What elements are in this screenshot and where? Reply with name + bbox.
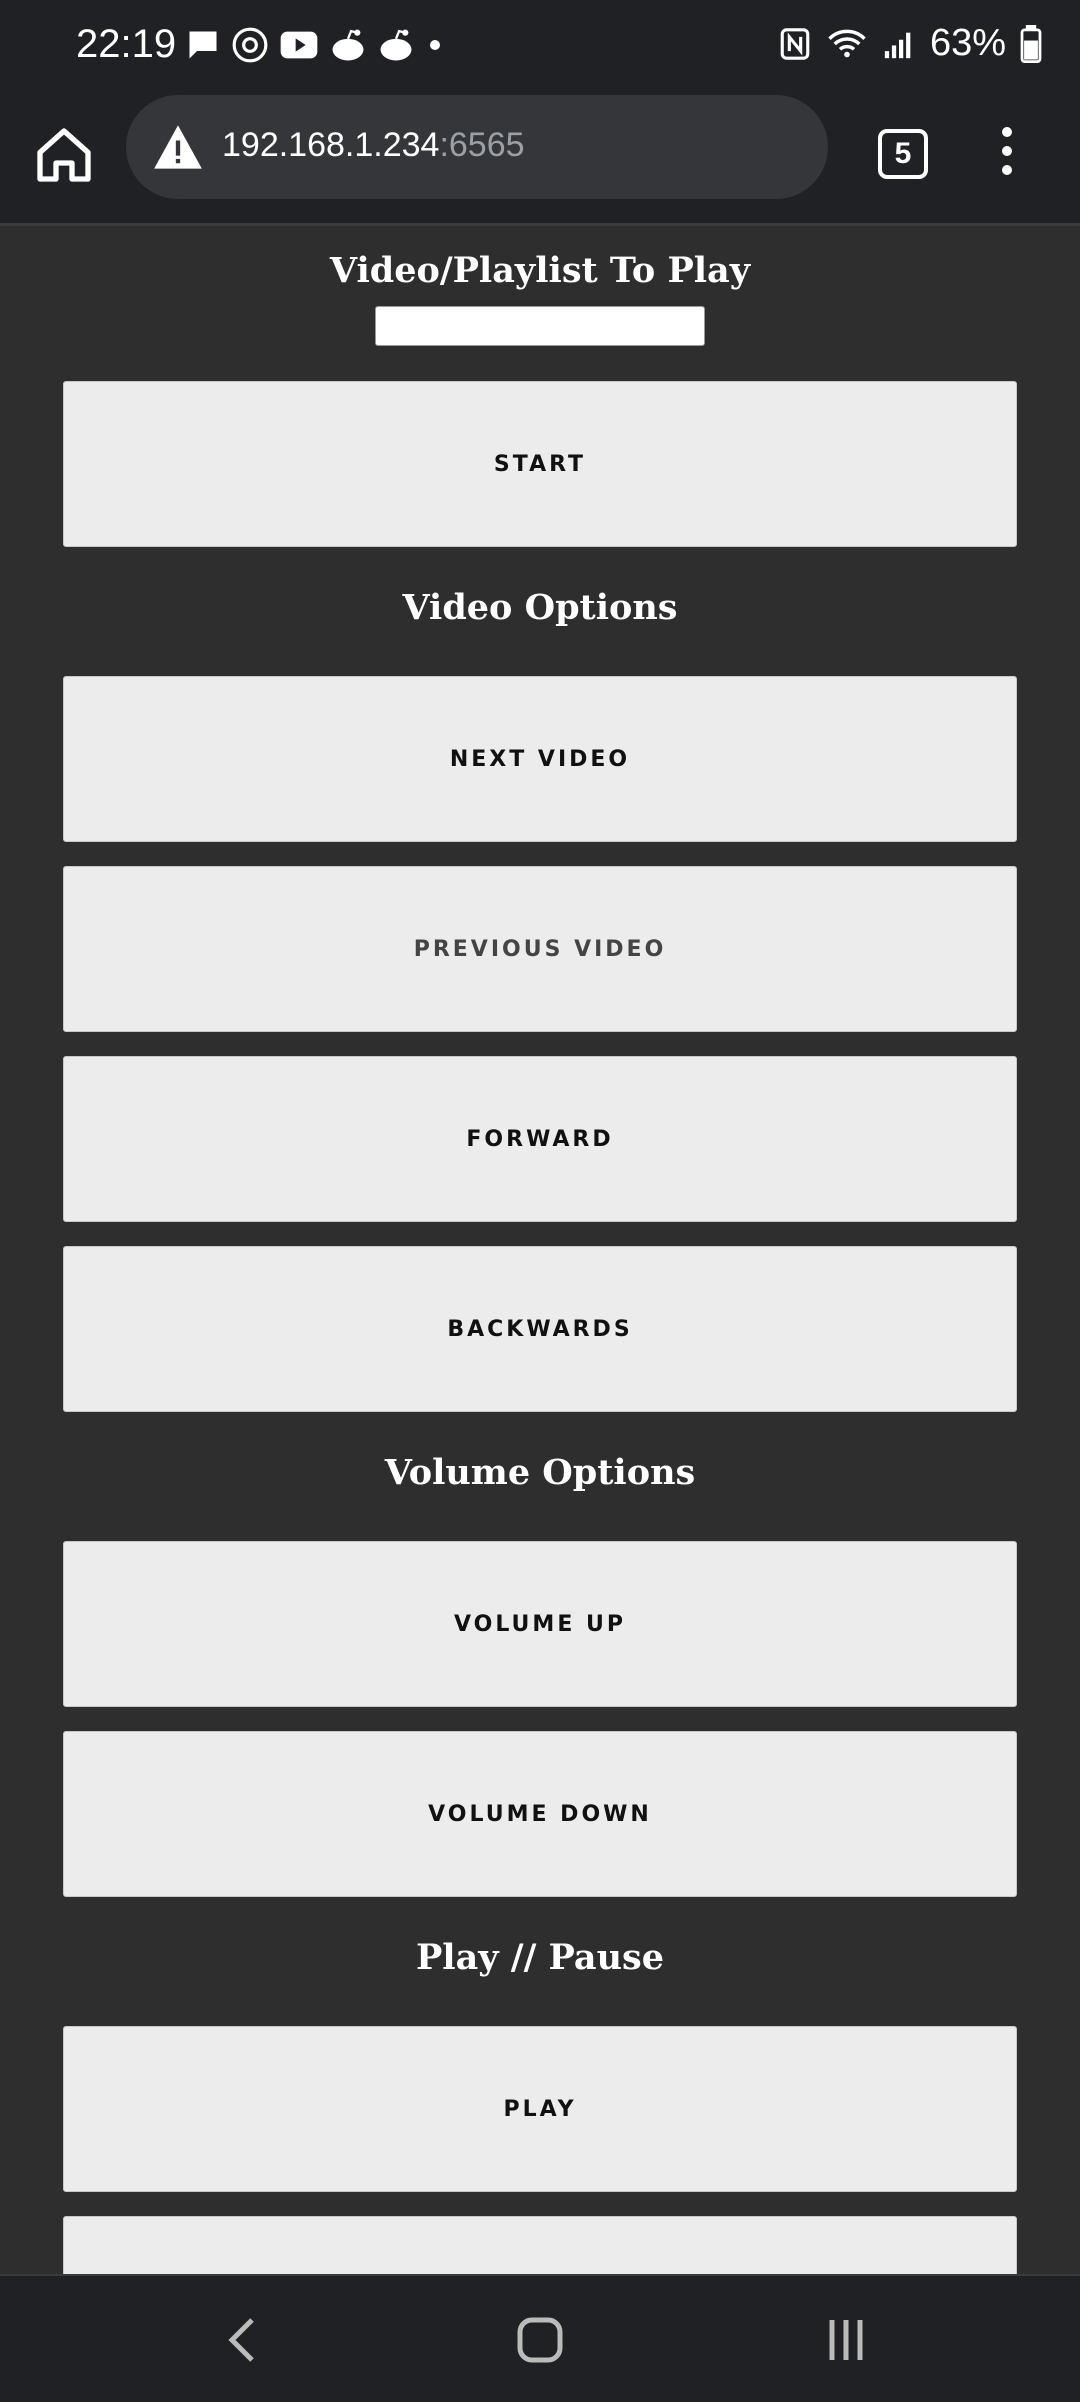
home-nav-icon[interactable]	[516, 2316, 564, 2364]
system-icons: 63%	[778, 22, 1042, 65]
volume-options-heading: Volume Options	[384, 1452, 696, 1493]
warning-icon[interactable]	[152, 123, 204, 171]
battery-icon	[1020, 24, 1042, 63]
threads-icon	[232, 27, 268, 63]
battery-percent: 63%	[929, 22, 1006, 64]
next-video-button[interactable]: NEXT VIDEO	[63, 676, 1017, 842]
dot-icon	[430, 40, 440, 50]
play-heading: Video/Playlist To Play	[329, 250, 751, 291]
signal-icon	[884, 32, 911, 58]
play-pause-heading: Play // Pause	[415, 1937, 665, 1978]
browser-toolbar: 192.168.1.234:6565 5	[0, 95, 1080, 226]
backwards-button[interactable]: BACKWARDS	[63, 1246, 1017, 1412]
pause-button[interactable]	[63, 2216, 1017, 2274]
page-content: Video/Playlist To Play START Video Optio…	[0, 226, 1080, 2274]
url-text[interactable]: 192.168.1.234:6565	[222, 126, 525, 165]
message-icon	[189, 31, 217, 59]
start-button[interactable]: START	[63, 381, 1017, 547]
tab-switcher-button[interactable]: 5	[878, 129, 928, 179]
url-port: :6565	[439, 126, 525, 164]
volume-up-button[interactable]: VOLUME UP	[63, 1541, 1017, 1707]
video-options-heading: Video Options	[402, 587, 678, 628]
system-nav-bar	[0, 2274, 1080, 2402]
volume-down-button[interactable]: VOLUME DOWN	[63, 1731, 1017, 1897]
wifi-icon	[828, 29, 866, 57]
url-host: 192.168.1.234	[222, 126, 440, 164]
recent-apps-icon[interactable]	[822, 2316, 870, 2364]
forward-button[interactable]: FORWARD	[63, 1056, 1017, 1222]
reddit-icon	[332, 29, 364, 61]
nfc-icon	[780, 27, 810, 60]
home-icon[interactable]	[32, 123, 96, 187]
status-bar: 22:19 63%	[0, 0, 1080, 95]
notification-icons	[185, 26, 445, 64]
reddit-icon	[380, 29, 412, 61]
youtube-icon	[280, 31, 318, 59]
video-playlist-input[interactable]	[375, 306, 705, 346]
previous-video-button[interactable]: PREVIOUS VIDEO	[63, 866, 1017, 1032]
back-icon[interactable]	[222, 2316, 262, 2364]
status-time: 22:19	[76, 22, 177, 66]
play-button[interactable]: PLAY	[63, 2026, 1017, 2192]
more-menu-icon[interactable]	[990, 123, 1024, 183]
address-bar[interactable]: 192.168.1.234:6565	[126, 95, 828, 199]
